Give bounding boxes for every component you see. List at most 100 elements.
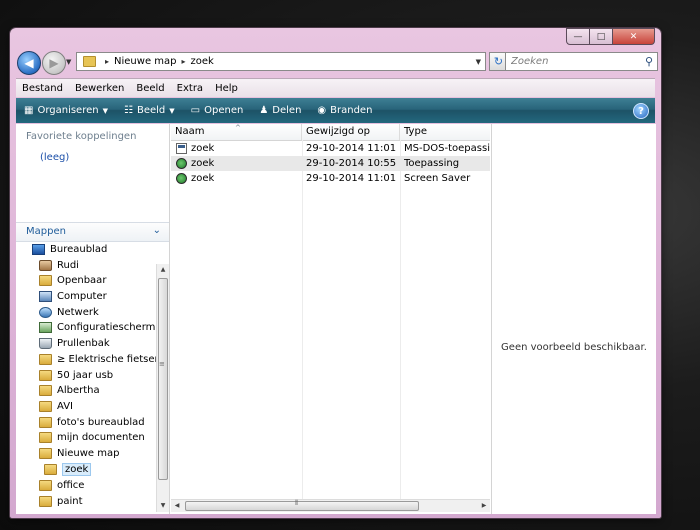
file-list-horizontal-scrollbar[interactable]: ◀ ⦀ ▶: [171, 499, 490, 512]
tree-item-label: Netwerk: [57, 307, 99, 318]
breadcrumb-separator-icon[interactable]: ▸: [105, 57, 109, 66]
burn-button[interactable]: ◉ Branden: [309, 105, 380, 116]
tree-item-label: Rudi: [57, 260, 79, 271]
favorites-title: Favoriete koppelingen: [26, 131, 137, 142]
close-button[interactable]: ✕: [613, 28, 655, 45]
file-row[interactable]: zoek 29-10-2014 11:01 MS-DOS-toepassing: [171, 141, 490, 156]
menu-extra[interactable]: Extra: [171, 83, 209, 94]
tree-item-zoek[interactable]: zoek: [44, 462, 92, 477]
column-header-name[interactable]: Naam ^: [171, 124, 302, 140]
share-icon: ♟: [259, 105, 269, 116]
tree-item-mijn-documenten[interactable]: mijn documenten: [39, 430, 145, 445]
menu-beeld[interactable]: Beeld: [130, 83, 170, 94]
file-row[interactable]: zoek 29-10-2014 10:55 Toepassing: [171, 156, 490, 171]
tree-item-netwerk[interactable]: Netwerk: [39, 305, 99, 320]
file-modified: 29-10-2014 11:01: [306, 143, 397, 154]
scroll-left-icon[interactable]: ◀: [171, 500, 183, 512]
folder-icon: [44, 464, 57, 475]
file-row[interactable]: zoek 29-10-2014 11:01 Screen Saver: [171, 171, 490, 186]
menu-help[interactable]: Help: [209, 83, 244, 94]
tree-item-paint[interactable]: paint: [39, 494, 83, 509]
back-button[interactable]: ◀: [17, 51, 41, 75]
scrollbar-thumb[interactable]: [158, 278, 168, 480]
tree-item-label: Configuratiescherm: [57, 322, 156, 333]
folders-header[interactable]: Mappen ⌄: [16, 222, 169, 242]
chevron-down-icon[interactable]: ⌄: [153, 225, 161, 236]
caption-buttons: — □ ✕: [566, 28, 655, 45]
organize-icon: ▦: [24, 105, 34, 116]
burn-label: Branden: [330, 105, 373, 116]
file-modified: 29-10-2014 10:55: [306, 158, 397, 169]
no-preview-message: Geen voorbeeld beschikbaar.: [501, 342, 647, 353]
menu-bar: Bestand Bewerken Beeld Extra Help: [16, 78, 655, 97]
breadcrumb-zoek[interactable]: zoek: [191, 56, 214, 67]
tree-item-elektrische-fietsen[interactable]: ≥ Elektrische fietsen da: [39, 352, 156, 367]
disc-icon: ◉: [317, 105, 327, 116]
recycle-bin-icon: [39, 338, 52, 349]
folder-icon: [39, 432, 52, 443]
view-button[interactable]: ☷ Beeld ▼: [116, 105, 183, 116]
scroll-up-icon[interactable]: ▲: [157, 264, 169, 276]
help-icon: ?: [638, 105, 644, 117]
tree-item-prullenbak[interactable]: Prullenbak: [39, 336, 110, 351]
column-header-modified[interactable]: Gewijzigd op: [302, 124, 400, 140]
tree-item-label: office: [57, 480, 85, 491]
tree-item-office[interactable]: office: [39, 478, 84, 493]
search-box[interactable]: ⚲: [505, 52, 658, 71]
organize-button[interactable]: ▦ Organiseren ▼: [16, 105, 116, 116]
sort-ascending-icon: ^: [235, 124, 241, 132]
organize-label: Organiseren: [37, 105, 99, 116]
dos-app-icon: [176, 143, 187, 154]
address-dropdown-icon[interactable]: ▼: [476, 58, 481, 66]
tree-item-label: paint: [57, 496, 83, 507]
content-area: Favoriete koppelingen (leeg) Mappen ⌄ Bu…: [16, 124, 656, 514]
tree-item-50-jaar-usb[interactable]: 50 jaar usb: [39, 368, 113, 383]
tree-item-albertha[interactable]: Albertha: [39, 383, 100, 398]
open-label: Openen: [204, 105, 244, 116]
share-button[interactable]: ♟ Delen: [251, 105, 309, 116]
folder-icon: [39, 401, 52, 412]
scrollbar-thumb[interactable]: [185, 501, 419, 511]
application-icon: [176, 158, 187, 169]
forward-button[interactable]: ▶: [42, 51, 66, 75]
breadcrumb-nieuwe-map[interactable]: Nieuwe map: [114, 56, 176, 67]
tree-item-label: ≥ Elektrische fietsen da: [57, 354, 156, 365]
chevron-down-icon: ▼: [169, 106, 175, 115]
tree-item-label: Openbaar: [57, 275, 107, 286]
tree-item-label: zoek: [62, 463, 92, 476]
tree-item-configuratiescherm[interactable]: Configuratiescherm: [39, 320, 155, 335]
tree-item-bureaublad[interactable]: Bureaublad: [32, 242, 107, 257]
help-button[interactable]: ?: [633, 103, 649, 119]
search-input[interactable]: [511, 56, 631, 67]
menu-bewerken[interactable]: Bewerken: [69, 83, 130, 94]
tree-item-nieuwe-map[interactable]: Nieuwe map: [39, 446, 119, 461]
breadcrumb-separator-icon[interactable]: ▸: [182, 57, 186, 66]
folder-icon: [39, 385, 52, 396]
tree-vertical-scrollbar[interactable]: ▲ ≡ ▼: [156, 264, 169, 512]
tree-item-avi[interactable]: AVI: [39, 399, 73, 414]
tree-item-rudi[interactable]: Rudi: [39, 258, 79, 273]
tree-item-label: AVI: [57, 401, 73, 412]
scroll-down-icon[interactable]: ▼: [157, 500, 169, 512]
open-button[interactable]: ▭ Openen: [183, 105, 252, 116]
control-panel-icon: [39, 322, 52, 333]
tree-item-fotos-bureaublad[interactable]: foto's bureaublad: [39, 415, 145, 430]
recent-pages-dropdown-icon[interactable]: ▼: [66, 58, 71, 66]
address-row: ◀ ▶ ▼ ▸ Nieuwe map ▸ zoek ▼ ↻ ⚲: [16, 50, 658, 76]
navigation-pane: Favoriete koppelingen (leeg) Mappen ⌄ Bu…: [16, 124, 170, 514]
tree-item-computer[interactable]: Computer: [39, 289, 107, 304]
folder-icon: [39, 448, 52, 459]
search-icon[interactable]: ⚲: [645, 55, 653, 68]
tree-item-openbaar[interactable]: Openbaar: [39, 273, 106, 288]
favorites-empty-link[interactable]: (leeg): [40, 152, 69, 163]
minimize-button[interactable]: —: [566, 28, 590, 45]
menu-bestand[interactable]: Bestand: [16, 83, 69, 94]
scroll-right-icon[interactable]: ▶: [478, 500, 490, 512]
file-name: zoek: [191, 143, 215, 154]
column-header-type[interactable]: Type: [400, 124, 490, 140]
tree-item-label: 50 jaar usb: [57, 370, 114, 381]
address-bar[interactable]: ▸ Nieuwe map ▸ zoek ▼: [76, 52, 486, 71]
forward-arrow-icon: ▶: [49, 56, 59, 70]
maximize-button[interactable]: □: [590, 28, 613, 45]
folder-icon: [39, 480, 52, 491]
